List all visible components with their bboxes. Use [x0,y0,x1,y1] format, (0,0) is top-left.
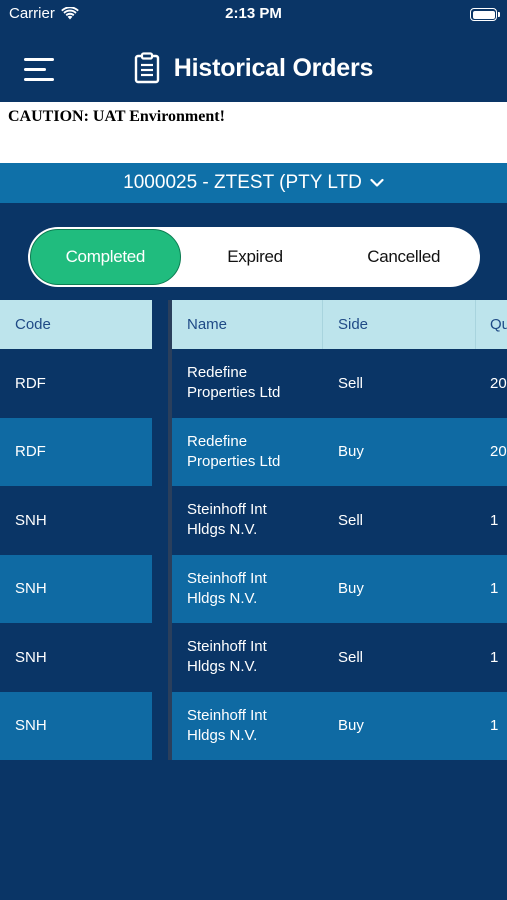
cell-name: Redefine Properties Ltd [187,364,281,402]
page-title: Historical Orders [173,53,374,82]
table-header: Code [0,300,152,349]
tab-cancelled[interactable]: Cancelled [329,229,478,285]
table-row[interactable]: Steinhoff Int Hldgs N.V. Buy 1 [172,691,507,760]
cell-code: RDF [15,443,46,461]
table-row[interactable]: SNH [0,486,152,555]
cell-name: Steinhoff Int Hldgs N.V. [187,706,267,744]
table-row[interactable]: SNH [0,554,152,623]
cell-side: Sell [338,374,364,392]
cell-name: Steinhoff Int Hldgs N.V. [187,569,267,607]
cell-name: Steinhoff Int Hldgs N.V. [187,501,267,539]
orders-table-scroll-area[interactable]: Name Side Qu Redefine Properties Ltd Sell… [172,300,507,760]
column-header-side: Side [323,300,476,349]
cell-code: SNH [15,717,47,735]
cell-code: SNH [15,580,47,598]
table-row[interactable]: RDF [0,349,152,418]
clock: 2:13 PM [225,5,282,22]
cell-name: Steinhoff Int Hldgs N.V. [187,638,267,676]
column-header-quantity: Qu [490,316,507,333]
table-row[interactable]: Steinhoff Int Hldgs N.V. Sell 1 [172,486,507,555]
cell-side: Buy [338,717,364,735]
page-title-group: Historical Orders [0,52,507,84]
cell-code: SNH [15,511,47,529]
table-row[interactable]: Steinhoff Int Hldgs N.V. Sell 1 [172,623,507,692]
navigation-bar: Historical Orders [0,38,507,102]
orders-table-fixed-column: Code RDF RDF SNH SNH SNH SNH [0,300,152,760]
caution-banner: CAUTION: UAT Environment! [0,102,507,163]
table-row[interactable]: Steinhoff Int Hldgs N.V. Buy 1 [172,554,507,623]
status-bar: Carrier 2:13 PM [0,0,507,30]
account-selector[interactable]: 1000025 - ZTEST (PTY LTD [0,163,507,203]
cell-side: Sell [338,648,364,666]
cell-quantity: 20 [490,443,507,461]
table-row[interactable]: RDF [0,417,152,486]
cell-code: RDF [15,374,46,392]
table-row[interactable]: SNH [0,691,152,760]
cell-quantity: 1 [490,717,499,735]
cell-code: SNH [15,648,47,666]
tab-expired[interactable]: Expired [181,229,330,285]
cell-side: Sell [338,511,364,529]
cell-side: Buy [338,443,364,461]
chevron-down-icon [370,178,384,187]
table-row[interactable]: Redefine Properties Ltd Buy 20 [172,417,507,486]
account-label: 1000025 - ZTEST (PTY LTD [123,172,362,193]
table-row[interactable]: Redefine Properties Ltd Sell 20 [172,349,507,418]
cell-name: Redefine Properties Ltd [187,432,281,470]
column-header-name: Name [172,300,323,349]
table-row[interactable]: SNH [0,623,152,692]
status-segmented-control: Completed Expired Cancelled [28,227,480,287]
column-header-code: Code [15,316,51,333]
tab-completed[interactable]: Completed [30,229,181,285]
battery-icon [470,8,500,21]
cell-side: Buy [338,580,364,598]
cell-quantity: 1 [490,580,499,598]
table-header: Name Side Qu [172,300,507,349]
cell-quantity: 20 [490,374,507,392]
cell-quantity: 1 [490,511,499,529]
clipboard-icon [134,52,159,84]
cell-quantity: 1 [490,648,499,666]
